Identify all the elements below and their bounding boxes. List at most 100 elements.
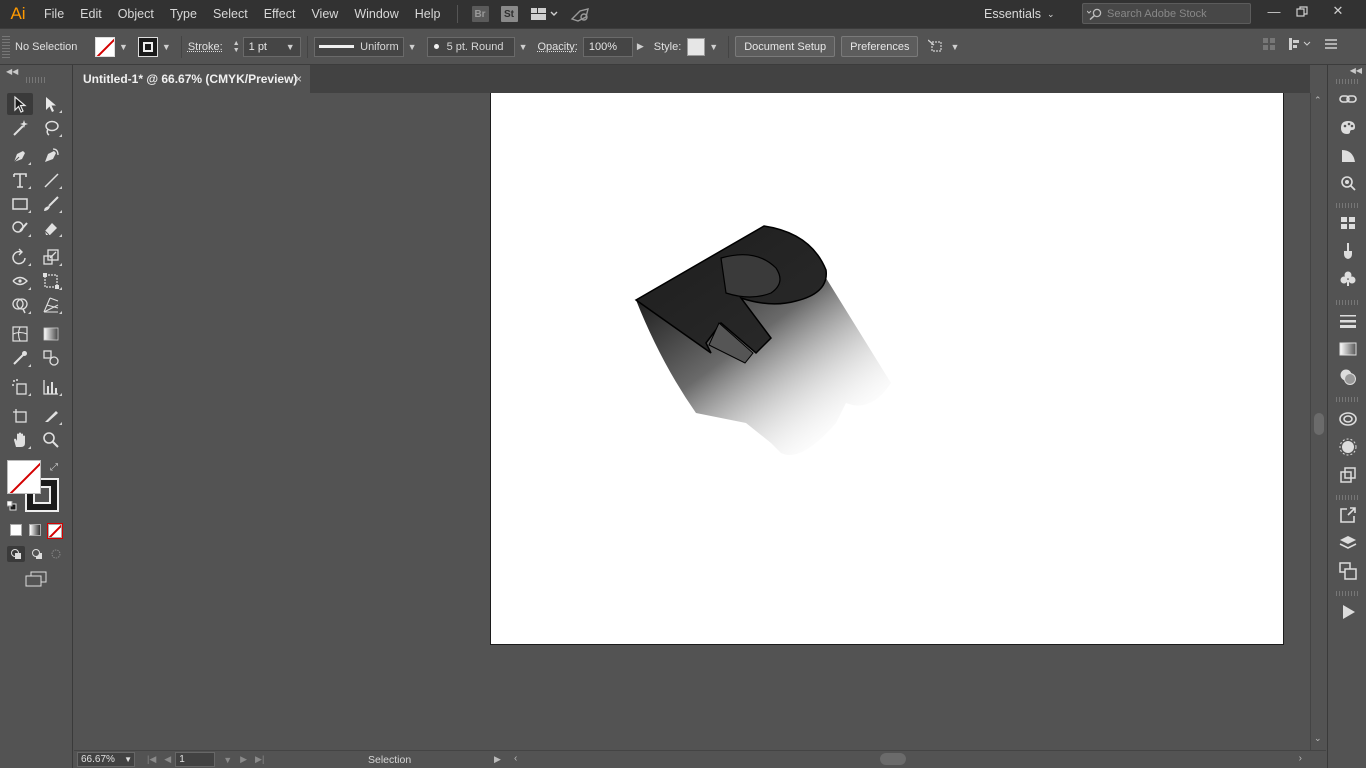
- default-fill-stroke-icon[interactable]: [6, 500, 17, 511]
- zoom-tool[interactable]: [38, 429, 64, 451]
- close-tab-icon[interactable]: ×: [295, 72, 302, 86]
- change-screen-mode-button[interactable]: [24, 571, 48, 587]
- gradient-mode-button[interactable]: [29, 524, 41, 536]
- menu-file[interactable]: File: [36, 0, 72, 28]
- menu-select[interactable]: Select: [205, 0, 256, 28]
- symbols-icon[interactable]: [1338, 269, 1358, 289]
- draw-normal-button[interactable]: [7, 546, 25, 562]
- mesh-tool[interactable]: [7, 323, 33, 345]
- workspace-switcher[interactable]: Essentials ⌄: [984, 0, 1055, 28]
- restore-button[interactable]: [1287, 0, 1317, 22]
- artboard-dropdown-chevron-icon[interactable]: ▼: [223, 755, 232, 765]
- stroke-icon[interactable]: [1338, 311, 1358, 331]
- gradient-icon[interactable]: [1338, 339, 1358, 359]
- stock-search-box[interactable]: [1082, 3, 1251, 24]
- slice-tool[interactable]: [38, 405, 64, 427]
- scroll-left-arrow-icon[interactable]: ‹: [514, 753, 517, 764]
- line-segment-tool[interactable]: [38, 169, 64, 191]
- scroll-down-arrow-icon[interactable]: ⌄: [1314, 733, 1322, 744]
- libraries-icon[interactable]: [1338, 409, 1358, 429]
- swap-fill-stroke-icon[interactable]: ⤢: [50, 462, 58, 473]
- previous-artboard-icon[interactable]: ◀: [164, 754, 171, 765]
- actions-icon[interactable]: [1338, 602, 1358, 622]
- selection-tool[interactable]: [7, 93, 33, 115]
- bridge-button[interactable]: Br: [471, 0, 489, 28]
- rotate-tool[interactable]: [7, 246, 33, 268]
- swatches-icon[interactable]: [1338, 213, 1358, 233]
- rectangle-tool[interactable]: [7, 193, 33, 215]
- graphic-styles-icon[interactable]: [1338, 437, 1358, 457]
- panel-menu-icon[interactable]: [1324, 37, 1338, 51]
- canvas[interactable]: [74, 93, 1310, 750]
- scale-tool[interactable]: [38, 246, 64, 268]
- curvature-tool[interactable]: [38, 145, 64, 167]
- scroll-right-arrow-icon[interactable]: ›: [1299, 753, 1302, 764]
- asset-export-icon[interactable]: [1338, 465, 1358, 485]
- 3d-extruded-letter-r-artwork[interactable]: [621, 213, 901, 473]
- menu-effect[interactable]: Effect: [256, 0, 304, 28]
- stroke-swatch[interactable]: [137, 36, 158, 57]
- shaper-tool[interactable]: [7, 217, 33, 239]
- brush-definition-select[interactable]: 5 pt. Round: [426, 36, 515, 57]
- paintbrush-tool[interactable]: [38, 193, 64, 215]
- opacity-label[interactable]: Opacity:: [537, 41, 577, 53]
- column-graph-tool[interactable]: [38, 376, 64, 398]
- arrange-documents-button[interactable]: [530, 0, 558, 28]
- dock-grip[interactable]: [1336, 79, 1358, 84]
- first-artboard-icon[interactable]: |◀: [147, 754, 156, 765]
- color-mode-button[interactable]: [10, 524, 22, 536]
- document-tab[interactable]: Untitled-1* @ 66.67% (CMYK/Preview) ×: [74, 65, 310, 93]
- perspective-grid-tool[interactable]: [38, 294, 64, 316]
- gradient-tool[interactable]: [38, 323, 64, 345]
- pen-tool[interactable]: [7, 145, 33, 167]
- close-window-button[interactable]: ✕: [1323, 0, 1353, 22]
- next-artboard-icon[interactable]: ▶: [240, 754, 247, 765]
- style-dropdown-chevron-icon[interactable]: ▼: [709, 42, 718, 52]
- stroke-dropdown-chevron-icon[interactable]: ▼: [162, 42, 171, 52]
- preferences-button[interactable]: Preferences: [841, 36, 919, 57]
- vertical-scrollbar[interactable]: ⌃ ⌄: [1310, 93, 1326, 750]
- layers-icon[interactable]: [1338, 533, 1358, 553]
- lasso-tool[interactable]: [38, 117, 64, 139]
- collapse-tools-icon[interactable]: ◀◀: [0, 65, 72, 77]
- scroll-up-arrow-icon[interactable]: ⌃: [1314, 95, 1322, 106]
- opacity-field[interactable]: 100%: [582, 36, 633, 57]
- eraser-tool[interactable]: [38, 217, 64, 239]
- artboard-number-field[interactable]: 1: [175, 752, 216, 767]
- links-icon[interactable]: [1338, 89, 1358, 109]
- arrange-icon[interactable]: [1288, 37, 1312, 51]
- menu-window[interactable]: Window: [346, 0, 406, 28]
- stock-button[interactable]: St: [500, 0, 518, 28]
- menu-type[interactable]: Type: [162, 0, 205, 28]
- control-bar-grip[interactable]: [2, 35, 10, 58]
- fill-dropdown-chevron-icon[interactable]: ▼: [119, 42, 128, 52]
- color-guide-icon[interactable]: [1338, 117, 1358, 137]
- stroke-weight-spinner[interactable]: ▲ ▼: [233, 40, 240, 54]
- profile-dropdown-chevron-icon[interactable]: ▼: [408, 42, 417, 52]
- expand-panels-icon[interactable]: ◀◀: [1328, 65, 1366, 77]
- fill-swatch[interactable]: [95, 36, 115, 57]
- hand-tool[interactable]: [7, 429, 33, 451]
- opacity-expand-chevron-icon[interactable]: ▶: [637, 41, 644, 52]
- artboards-icon[interactable]: [1338, 561, 1358, 581]
- symbol-sprayer-tool[interactable]: [7, 376, 33, 398]
- search-input[interactable]: [1107, 7, 1247, 20]
- color-icon[interactable]: [1338, 145, 1358, 165]
- direct-selection-tool[interactable]: [38, 93, 64, 115]
- draw-behind-button[interactable]: [28, 546, 46, 562]
- menu-edit[interactable]: Edit: [72, 0, 110, 28]
- gpu-performance-button[interactable]: [570, 0, 592, 28]
- width-tool[interactable]: [7, 270, 33, 292]
- brushes-icon[interactable]: [1338, 241, 1358, 261]
- graphic-style-swatch[interactable]: [687, 37, 706, 56]
- draw-inside-button[interactable]: [48, 546, 64, 562]
- menu-help[interactable]: Help: [407, 0, 449, 28]
- horizontal-scroll-thumb[interactable]: [880, 753, 906, 765]
- blend-tool[interactable]: [38, 347, 64, 369]
- transparency-icon[interactable]: [1338, 367, 1358, 387]
- stroke-label[interactable]: Stroke:: [188, 41, 223, 53]
- menu-object[interactable]: Object: [110, 0, 162, 28]
- appearance-icon[interactable]: [1338, 173, 1358, 193]
- menu-view[interactable]: View: [303, 0, 346, 28]
- zoom-level-field[interactable]: 66.67% ▼: [77, 752, 135, 767]
